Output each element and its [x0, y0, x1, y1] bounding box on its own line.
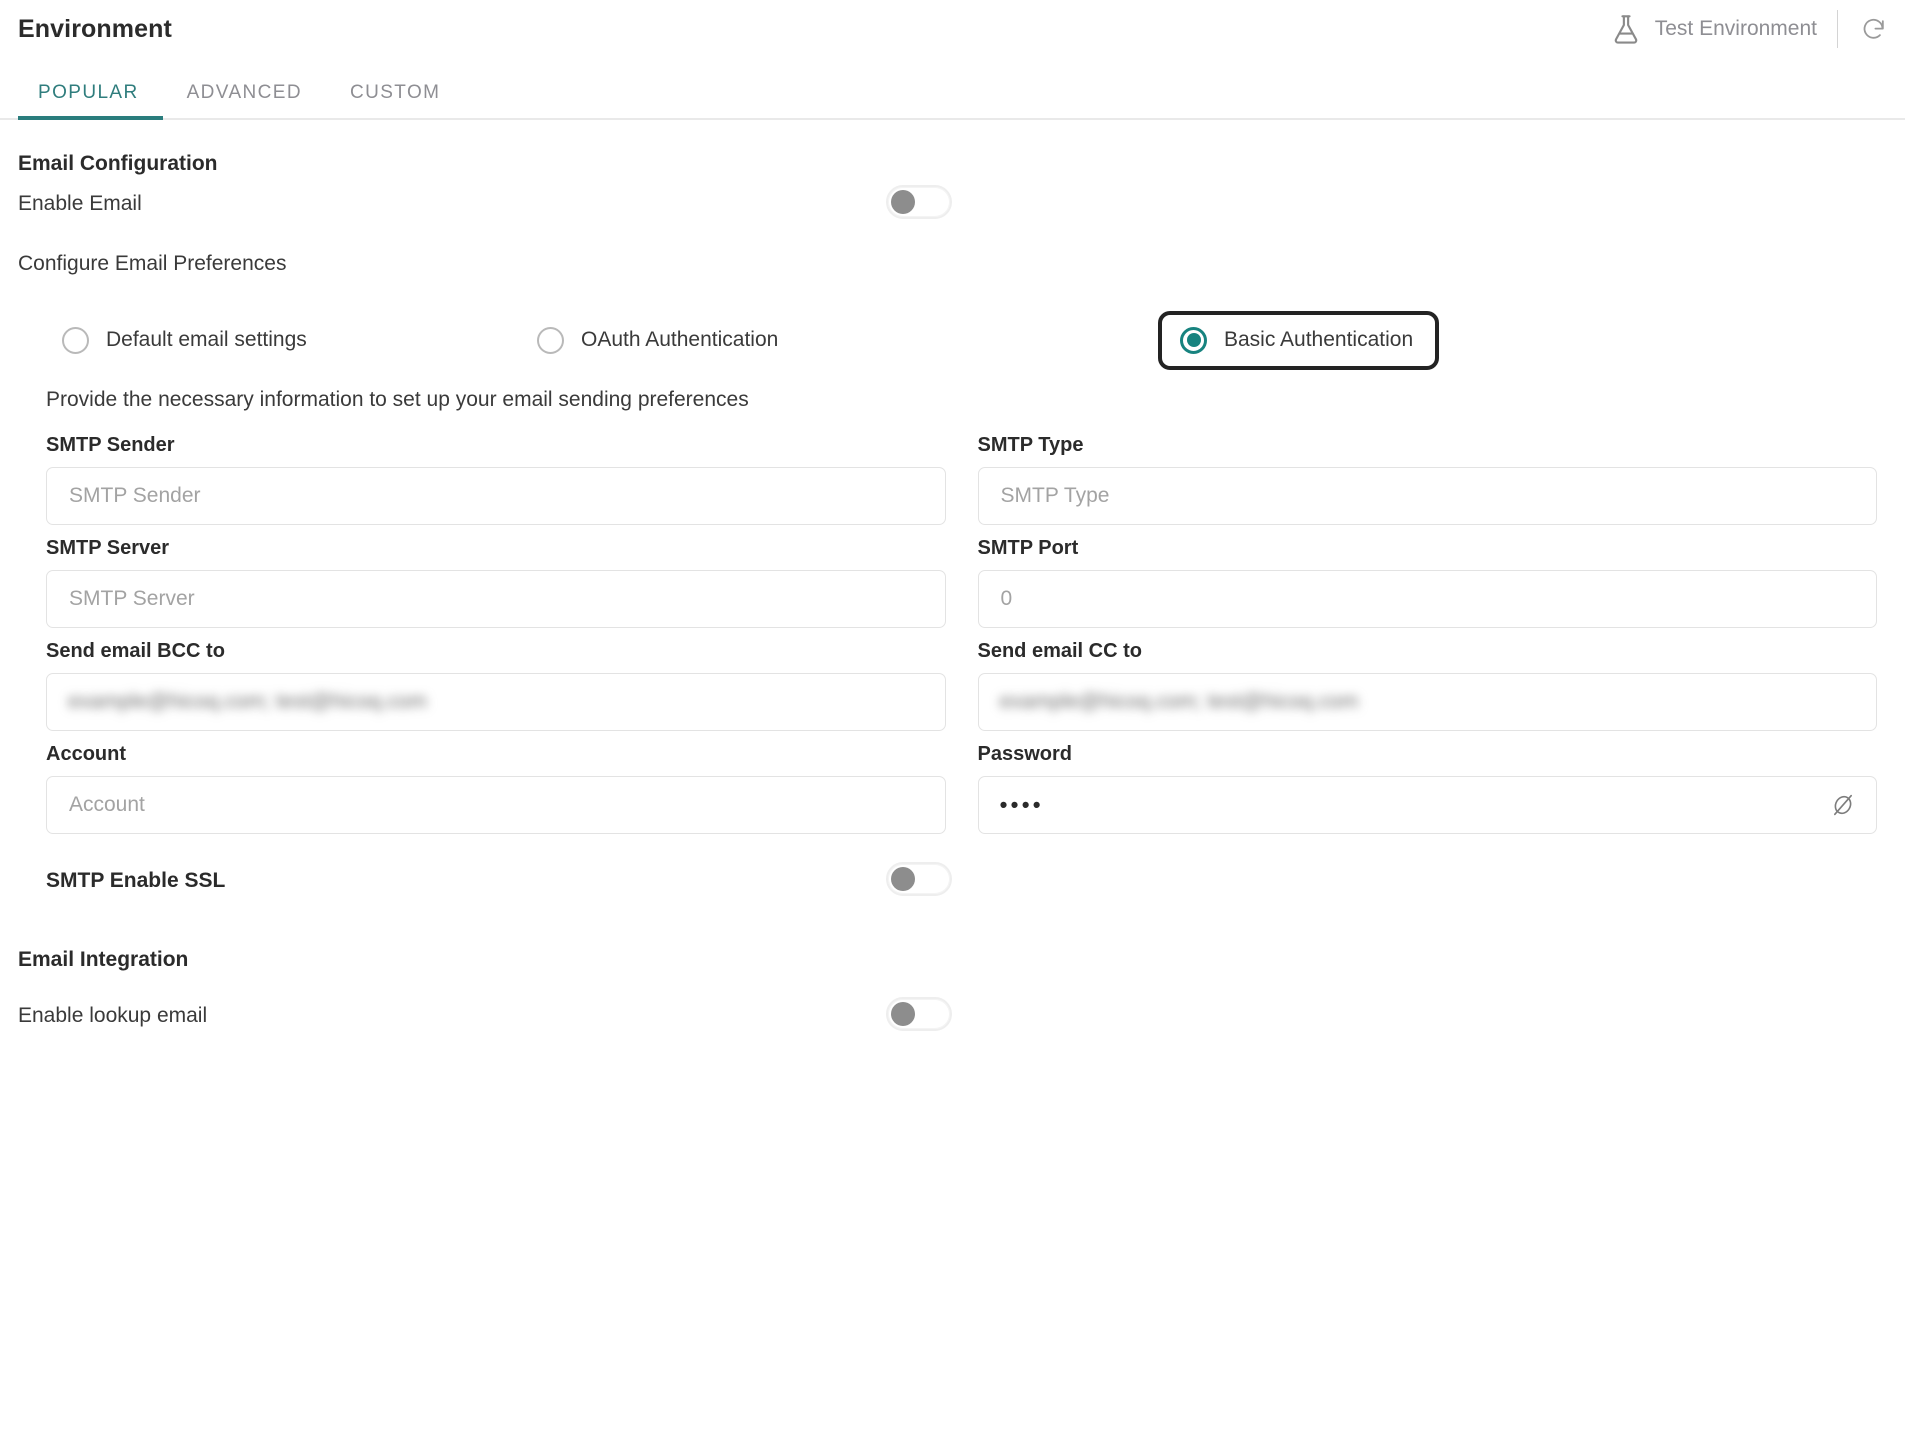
page-title: Environment [18, 14, 172, 43]
field-send-email-bcc-to: Send email BCC to example@hicoq.com; tes… [46, 640, 946, 731]
header-divider [1837, 10, 1838, 48]
radio-label: Basic Authentication [1224, 328, 1414, 351]
smtp-port-label: SMTP Port [977, 537, 1079, 559]
radio-oauth-authentication[interactable]: OAuth Authentication [523, 317, 792, 364]
smtp-type-label: SMTP Type [977, 434, 1084, 456]
account-label: Account [46, 743, 126, 765]
enable-lookup-email-label: Enable lookup email [18, 1004, 208, 1027]
password-label: Password [977, 743, 1072, 765]
radio-label: OAuth Authentication [581, 328, 779, 351]
smtp-sender-input[interactable] [46, 467, 946, 525]
flask-icon [1609, 12, 1643, 46]
enable-email-label: Enable Email [18, 192, 142, 215]
smtp-server-label: SMTP Server [46, 537, 170, 559]
email-integration-title: Email Integration [18, 948, 189, 971]
field-smtp-sender: SMTP Sender [46, 434, 946, 525]
page-header: Environment Test Environment [0, 0, 1905, 58]
refresh-icon[interactable] [1860, 16, 1887, 43]
cc-input-wrap: example@hicoq.com; test@hicoq.com [977, 673, 1877, 731]
enable-email-toggle-wrap [886, 184, 952, 224]
smtp-enable-ssl-toggle[interactable] [886, 861, 952, 896]
smtp-sender-label: SMTP Sender [46, 434, 175, 456]
send-email-bcc-to-label: Send email BCC to [46, 640, 225, 662]
environment-settings-page: Environment Test Environment POPULAR ADV [0, 0, 1905, 1446]
radio-circle-icon [62, 326, 89, 354]
eye-off-icon[interactable] [1829, 791, 1857, 819]
smtp-form: SMTP Sender SMTP Type SMTP Server SMTP P… [18, 412, 1887, 834]
bcc-redacted-value: example@hicoq.com; test@hicoq.com [68, 690, 427, 713]
form-row-sender-type: SMTP Sender SMTP Type [46, 434, 1877, 525]
enable-lookup-email-row: Enable lookup email [18, 986, 1887, 1046]
form-row-account-password: Account Password •••• [46, 743, 1877, 834]
smtp-port-input[interactable] [977, 570, 1877, 628]
toggle-knob [891, 1001, 915, 1026]
field-smtp-port: SMTP Port [977, 537, 1877, 628]
enable-email-row: Enable Email [18, 176, 1887, 232]
smtp-enable-ssl-label: SMTP Enable SSL [46, 869, 226, 892]
bcc-input-wrap: example@hicoq.com; test@hicoq.com [46, 673, 946, 731]
cc-redacted-value: example@hicoq.com; test@hicoq.com [999, 690, 1359, 713]
password-input[interactable] [977, 776, 1877, 834]
helper-text: Provide the necessary information to set… [46, 388, 749, 411]
field-smtp-type: SMTP Type [977, 434, 1877, 525]
field-smtp-server: SMTP Server [46, 537, 946, 628]
smtp-enable-ssl-row: SMTP Enable SSL [18, 846, 1887, 916]
environment-label: Test Environment [1654, 17, 1817, 40]
tab-popular[interactable]: POPULAR [18, 82, 163, 120]
configure-preferences-label: Configure Email Preferences [18, 252, 287, 275]
password-masked-value: •••• [999, 791, 1044, 818]
tab-advanced[interactable]: ADVANCED [163, 82, 326, 118]
send-email-cc-to-label: Send email CC to [977, 640, 1142, 662]
radio-default-email-settings[interactable]: Default email settings [48, 317, 321, 364]
field-send-email-cc-to: Send email CC to example@hicoq.com; test… [977, 640, 1877, 731]
form-row-server-port: SMTP Server SMTP Port [46, 537, 1877, 628]
radio-label: Default email settings [106, 328, 307, 351]
smtp-type-input[interactable] [977, 467, 1877, 525]
field-account: Account [46, 743, 946, 834]
field-password: Password •••• [977, 743, 1877, 834]
smtp-server-input[interactable] [46, 570, 946, 628]
enable-email-toggle[interactable] [886, 184, 952, 219]
radio-basic-authentication[interactable]: Basic Authentication [1158, 310, 1440, 370]
smtp-enable-ssl-toggle-wrap [886, 861, 952, 901]
form-row-bcc-cc: Send email BCC to example@hicoq.com; tes… [46, 640, 1877, 731]
environment-indicator: Test Environment [1609, 10, 1887, 48]
enable-lookup-email-toggle-wrap [886, 996, 952, 1036]
settings-body: Email Configuration Enable Email Configu… [0, 120, 1905, 1046]
radio-circle-selected-icon [1180, 326, 1207, 354]
radio-circle-icon [537, 326, 564, 354]
tab-custom[interactable]: CUSTOM [326, 82, 464, 118]
auth-method-radio-group: Default email settings OAuth Authenticat… [18, 310, 1887, 370]
account-input[interactable] [46, 776, 946, 834]
email-configuration-title: Email Configuration [18, 152, 218, 175]
enable-lookup-email-toggle[interactable] [886, 996, 952, 1031]
toggle-knob [891, 189, 915, 214]
tab-bar: POPULAR ADVANCED CUSTOM [0, 58, 1905, 120]
password-input-wrap: •••• [977, 776, 1877, 834]
toggle-knob [891, 866, 915, 891]
